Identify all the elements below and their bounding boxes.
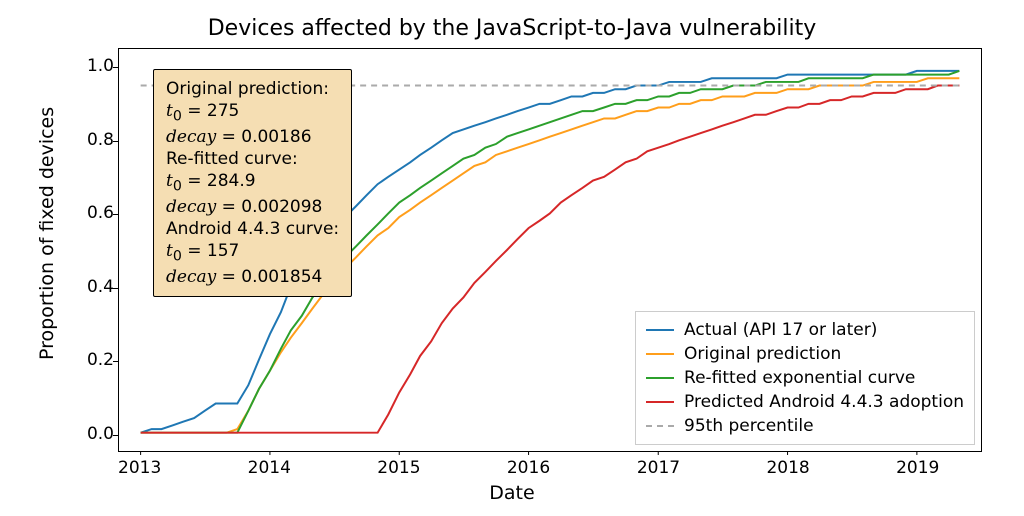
annot-line: Original prediction: — [166, 78, 339, 100]
annot-line: Re-fitted curve: — [166, 148, 339, 170]
annot-line: t0 = 157 — [166, 240, 339, 266]
chart-title: Devices affected by the JavaScript-to-Ja… — [0, 16, 1024, 41]
legend-label: Predicted Android 4.4.3 adoption — [684, 392, 964, 412]
plot-area: Original prediction: t0 = 275 decay = 0.… — [118, 48, 982, 452]
y-tick-label: 0.0 — [74, 424, 114, 444]
legend-label: 95th percentile — [684, 416, 814, 436]
legend-swatch — [646, 377, 674, 379]
annot-line: t0 = 284.9 — [166, 170, 339, 196]
x-tick-label: 2015 — [377, 458, 420, 478]
annot-line: decay = 0.001854 — [166, 266, 339, 288]
legend-label: Original prediction — [684, 344, 841, 364]
legend-item: 95th percentile — [646, 414, 964, 438]
legend-swatch — [646, 401, 674, 403]
legend-label: Re-fitted exponential curve — [684, 368, 915, 388]
x-tick-label: 2017 — [637, 458, 680, 478]
legend-swatch — [646, 425, 674, 427]
annot-line: decay = 0.002098 — [166, 196, 339, 218]
x-tick-label: 2013 — [118, 458, 161, 478]
legend-item: Actual (API 17 or later) — [646, 318, 964, 342]
annot-line: t0 = 275 — [166, 100, 339, 126]
x-tick-label: 2019 — [896, 458, 939, 478]
y-tick-label: 0.4 — [74, 277, 114, 297]
y-tick-label: 1.0 — [74, 56, 114, 76]
y-tick-label: 0.8 — [74, 130, 114, 150]
legend-item: Original prediction — [646, 342, 964, 366]
legend-item: Predicted Android 4.4.3 adoption — [646, 390, 964, 414]
y-axis-label: Proportion of fixed devices — [36, 107, 58, 360]
parameter-annotation-box: Original prediction: t0 = 275 decay = 0.… — [153, 69, 352, 297]
legend-label: Actual (API 17 or later) — [684, 320, 877, 340]
y-tick-label: 0.2 — [74, 350, 114, 370]
x-axis-label: Date — [0, 482, 1024, 504]
annot-line: decay = 0.00186 — [166, 126, 339, 148]
legend: Actual (API 17 or later) Original predict… — [635, 311, 975, 445]
x-tick-label: 2014 — [248, 458, 291, 478]
y-tick-label: 0.6 — [74, 203, 114, 223]
x-tick-label: 2018 — [766, 458, 809, 478]
legend-swatch — [646, 329, 674, 331]
legend-swatch — [646, 353, 674, 355]
legend-item: Re-fitted exponential curve — [646, 366, 964, 390]
annot-line: Android 4.4.3 curve: — [166, 218, 339, 240]
x-tick-label: 2016 — [507, 458, 550, 478]
